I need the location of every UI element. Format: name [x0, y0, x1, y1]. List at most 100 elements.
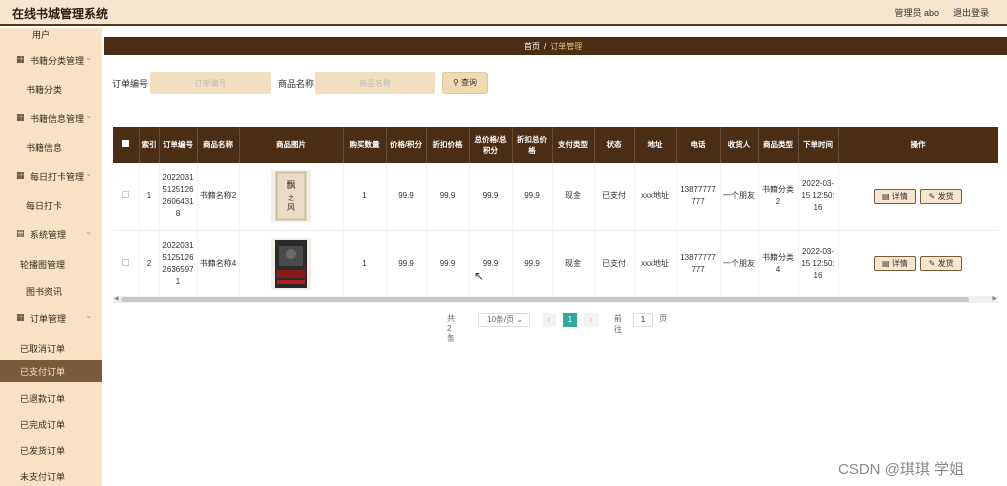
sidebar-item-daily-checkin[interactable]: 每日打卡 [0, 199, 102, 213]
order-no-label: 订单编号 [112, 79, 149, 89]
ship-button[interactable]: ✎ 发货 [920, 188, 963, 204]
col-header: 价格/积分 [386, 127, 427, 163]
col-header: 购买数量 [343, 127, 387, 163]
detail-button[interactable]: ▤ 详情 [873, 256, 916, 271]
chevron-down-icon: ⌄ [85, 227, 92, 236]
select-all-checkbox[interactable] [122, 140, 130, 148]
row-checkbox[interactable] [122, 191, 130, 199]
edit-icon: ✎ [928, 191, 936, 201]
breadcrumb-home[interactable]: 首页 [524, 42, 540, 51]
cell-product-image [239, 230, 344, 298]
cell-address: xxx地址 [634, 163, 677, 231]
svg-text:之: 之 [288, 194, 294, 202]
product-name-input[interactable]: 商品名称 [315, 72, 435, 94]
sidebar-group-orders[interactable]: ▦ 订单管理 ⌄ [0, 311, 102, 326]
next-page-button[interactable]: › [584, 313, 598, 327]
mouse-cursor-icon: ↖ [474, 269, 485, 283]
scroll-right-icon[interactable]: ▶ [992, 295, 997, 302]
chevron-down-icon: ⌄ [85, 111, 92, 120]
scrollbar-thumb[interactable] [121, 297, 969, 302]
sidebar-group-book-info[interactable]: ▦ 书籍信息管理 ⌄ [0, 111, 102, 126]
top-bar: 在线书城管理系统 管理员 abo 退出登录 [0, 0, 1007, 26]
goto-page-input[interactable]: 1 [633, 313, 653, 327]
col-header: 商品类型 [758, 127, 799, 163]
col-header: 操作 [838, 127, 998, 163]
col-header: 折扣价格 [426, 127, 470, 163]
horizontal-scrollbar[interactable]: ◀ ▶ [113, 296, 998, 303]
col-header: 订单编号 [159, 127, 198, 163]
col-header: 折扣总价格 [512, 127, 553, 163]
cell-product-name: 书籍名称2 [197, 163, 240, 231]
cell-status: 已支付 [594, 230, 635, 298]
col-header: 商品图片 [239, 127, 344, 163]
search-icon: ⚲ [452, 78, 459, 87]
sidebar-item-book-category[interactable]: 书籍分类 [0, 83, 102, 97]
sidebar-item-book-info[interactable]: 书籍信息 [0, 141, 102, 155]
svg-text:飘: 飘 [286, 180, 295, 191]
detail-icon: ▤ [881, 259, 890, 268]
sidebar-item-paid-orders[interactable]: 已支付订单 [0, 360, 102, 382]
sidebar-group-book-category[interactable]: ▦ 书籍分类管理 ⌄ [0, 53, 102, 68]
cell-address: xxx地址 [634, 230, 677, 298]
row-checkbox[interactable] [122, 258, 130, 266]
col-header: 总价格/总积分 [469, 127, 513, 163]
order-no-input[interactable]: 订单编号 [150, 72, 271, 94]
col-header: 地址 [634, 127, 677, 163]
cell-discount-price: 99.9 [426, 163, 470, 231]
col-header: 状态 [594, 127, 635, 163]
chevron-down-icon: ⌄ [85, 169, 92, 178]
cell-price: 99.9 [386, 230, 427, 298]
cell-product-name: 书籍名称4 [197, 230, 240, 298]
sidebar-item-completed-orders[interactable]: 已完成订单 [0, 418, 102, 432]
cell-order-no: 2022031512512626064318 [159, 163, 198, 231]
table-row: 2 2022031512512626365971 书籍名称4 1 99.9 99… [113, 230, 998, 298]
page-number[interactable]: 1 [563, 313, 577, 327]
breadcrumb: 首页 / 订单管理 [524, 42, 583, 51]
page-size-select[interactable]: 10条/页 ⌄ [478, 313, 530, 327]
sidebar-item-news[interactable]: 图书资讯 [0, 285, 102, 299]
total-count: 共 2 条 [447, 314, 455, 343]
chevron-down-icon: ⌄ [85, 311, 92, 320]
sidebar-group-daily-checkin[interactable]: ▦ 每日打卡管理 ⌄ [0, 169, 102, 184]
query-button[interactable]: ⚲ 查询 [442, 72, 488, 94]
goto-label: 前往 [614, 314, 622, 334]
col-header: 支付类型 [552, 127, 595, 163]
logout-link[interactable]: 退出登录 [953, 6, 989, 19]
cell-order-time: 2022-03-15 12:50:16 [798, 230, 839, 298]
cell-status: 已支付 [594, 163, 635, 231]
select-all-checkbox-cell[interactable] [113, 127, 140, 163]
cell-quantity: 1 [343, 230, 387, 298]
ship-button[interactable]: ✎ 发货 [920, 256, 963, 271]
chevron-down-icon: ⌄ [516, 315, 524, 324]
cell-discount-total: 99.9 [512, 230, 553, 298]
table-header-row: 索引 订单编号 商品名称 商品图片 购买数量 价格/积分 折扣价格 总价格/总积… [113, 127, 998, 163]
cell-order-no: 2022031512512626365971 [159, 230, 198, 298]
sidebar-item-shipped-orders[interactable]: 已发货订单 [0, 444, 102, 458]
cell-pay-type: 现金 [552, 230, 595, 298]
orders-table: 索引 订单编号 商品名称 商品图片 购买数量 价格/积分 折扣价格 总价格/总积… [113, 127, 998, 305]
cell-product-type: 书籍分类2 [758, 163, 799, 231]
book-cover-image: 飘 之 风 [271, 170, 311, 223]
scroll-left-icon[interactable]: ◀ [114, 295, 119, 302]
col-header: 收货人 [720, 127, 759, 163]
cell-receiver: 一个朋友 [720, 163, 759, 231]
detail-button[interactable]: ▤ 详情 [873, 188, 916, 204]
book-icon: ▤ [16, 228, 25, 238]
cell-pay-type: 现金 [552, 163, 595, 231]
product-name-label: 商品名称 [278, 79, 315, 89]
book-cover-image [271, 237, 311, 290]
sidebar-item-refunded-orders[interactable]: 已退款订单 [0, 392, 102, 406]
grid-icon: ▦ [16, 170, 25, 180]
sidebar-item-cancelled-orders[interactable]: 已取消订单 [0, 342, 102, 356]
prev-page-button[interactable]: ‹ [542, 313, 556, 327]
sidebar-item-user[interactable]: 用户 [0, 28, 102, 42]
col-header: 电话 [676, 127, 721, 163]
sidebar-item-carousel[interactable]: 轮播图管理 [0, 258, 102, 272]
grid-icon: ▦ [16, 112, 25, 122]
cell-index: 1 [139, 163, 160, 231]
search-form: 订单编号 订单编号 商品名称 商品名称 ⚲ 查询 [112, 72, 992, 94]
sidebar-group-system[interactable]: ▤ 系统管理 ⌄ [0, 227, 102, 242]
page-suffix: 页 [659, 314, 667, 323]
cell-discount-price: 99.9 [426, 230, 470, 298]
sidebar-item-unpaid-orders[interactable]: 未支付订单 [0, 470, 102, 484]
